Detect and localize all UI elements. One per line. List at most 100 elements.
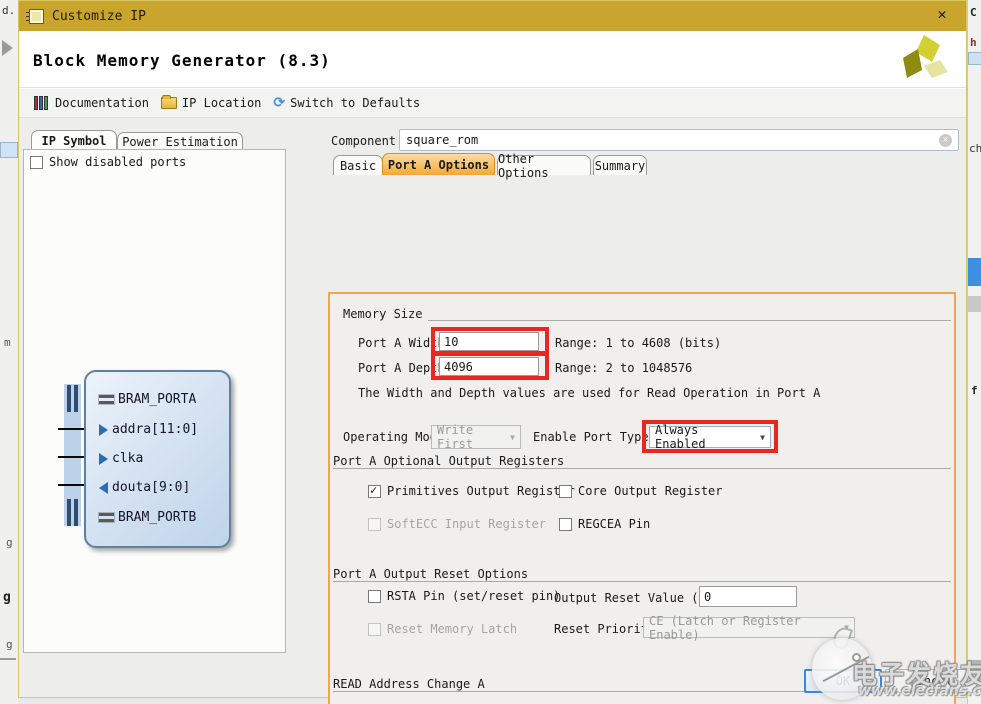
ok-button[interactable]: OK [804,669,882,693]
port-stub [58,484,84,486]
bram-block[interactable]: BRAM_PORTA addra[11:0] clka douta[9:0] [84,370,231,548]
section-rule [333,468,951,469]
books-icon [34,96,50,110]
port-stub [58,456,84,458]
documentation-label: Documentation [55,96,149,110]
background-fragment [968,52,981,65]
section-reset-options: Port A Output Reset Options [333,567,534,581]
dialog-header: Block Memory Generator (8.3) [19,31,966,88]
background-fragment [0,142,18,158]
show-disabled-ports-checkbox[interactable]: Show disabled ports [30,155,186,169]
port-stub [58,428,84,430]
section-rule [343,320,951,321]
tab-port-a-options[interactable]: Port A Options [382,153,495,175]
component-name-input[interactable]: square_rom ✕ [399,129,959,151]
switch-to-defaults-label: Switch to Defaults [290,96,420,110]
background-fragment [968,296,981,312]
tab-summary-label: Summary [595,159,646,173]
chevron-down-icon: ▼ [838,623,849,632]
ok-button-label: OK [836,674,850,688]
background-fragment: d. [2,4,15,17]
close-icon[interactable]: ✕ [932,5,952,23]
ip-location-button[interactable]: IP Location [158,94,264,112]
tab-ip-symbol[interactable]: IP Symbol [31,130,117,150]
primitives-output-register-checkbox[interactable]: ✓ Primitives Output Register [368,484,575,498]
bram-portb-row: BRAM_PORTB [99,510,196,525]
tab-basic[interactable]: Basic [333,155,383,175]
documentation-button[interactable]: Documentation [31,94,152,112]
bus-icon [99,513,114,522]
dialog-title: Customize IP [52,9,146,24]
checkbox-icon[interactable] [30,156,43,169]
bus-pin-icon [67,385,71,412]
tab-other-options[interactable]: Other Options [497,155,591,175]
memory-size-note: The Width and Depth values are used for … [358,386,820,400]
background-right-sliver: C h ch f [967,0,981,704]
output-reset-value-input[interactable]: 0 [699,586,797,607]
refresh-icon: ⟳ [273,95,285,111]
softecc-input-register-label: SoftECC Input Register [387,517,546,531]
tab-power-estimation[interactable]: Power Estimation [117,132,243,150]
regcea-pin-checkbox[interactable]: REGCEA Pin [559,517,650,531]
section-rule [333,581,951,582]
xilinx-logo-icon [900,35,950,87]
enable-port-type-dropdown[interactable]: Always Enabled ▼ [649,426,771,448]
bus-pin-icon [67,499,71,526]
bram-porta-row: BRAM_PORTA [99,392,196,407]
operating-mode-value: Write First [437,423,504,451]
port-a-width-value: 10 [444,335,458,349]
port-a-width-input[interactable]: 10 [439,332,539,351]
reset-priority-value: CE (Latch or Register Enable) [649,614,838,642]
core-output-register-checkbox[interactable]: Core Output Register [559,484,723,498]
bus-icon [99,395,114,404]
port-addra-label: addra[11:0] [112,422,198,437]
tab-summary[interactable]: Summary [593,155,647,175]
tab-basic-label: Basic [340,159,376,173]
chevron-down-icon: ▼ [504,433,515,442]
reset-memory-latch-checkbox: Reset Memory Latch [368,622,517,636]
operating-mode-label: Operating Mode [343,430,444,444]
input-port-icon [99,453,108,465]
component-name-value: square_rom [406,133,478,147]
tab-other-options-label: Other Options [498,152,590,180]
regcea-pin-label: REGCEA Pin [578,517,650,531]
checkbox-disabled-icon [368,623,381,636]
clear-icon[interactable]: ✕ [939,134,952,147]
folder-icon [161,97,177,109]
port-row-douta: douta[9:0] [99,480,190,495]
checkbox-icon[interactable] [559,518,572,531]
softecc-input-register-checkbox: SoftECC Input Register [368,517,546,531]
dialog-titlebar[interactable]: Customize IP ✕ [19,1,966,31]
section-optional-registers: Port A Optional Output Registers [333,454,570,468]
bus-pin-icon [74,385,78,412]
cancel-button-label: Cancel [909,674,952,688]
checkbox-icon[interactable] [559,485,572,498]
output-port-icon [99,482,108,494]
tab-port-a-options-label: Port A Options [388,158,489,172]
checkbox-disabled-icon [368,518,381,531]
port-row-addra: addra[11:0] [99,422,198,437]
check-icon: ✓ [370,483,377,497]
bram-porta-label: BRAM_PORTA [118,392,196,407]
rsta-pin-label: RSTA Pin (set/reset pin) [387,589,560,603]
customize-ip-dialog: Customize IP ✕ Block Memory Generator (8… [18,0,967,698]
port-a-width-label: Port A Width [358,336,445,350]
cancel-button[interactable]: Cancel [885,669,977,693]
port-a-depth-label: Port A Depth [358,361,445,375]
chevron-down-icon: ▼ [754,433,765,442]
reset-priority-label: Reset Priority [554,622,655,636]
rsta-pin-checkbox[interactable]: RSTA Pin (set/reset pin) [368,589,560,603]
checkbox-icon[interactable] [368,590,381,603]
checkbox-checked-icon[interactable]: ✓ [368,485,381,498]
port-row-clka: clka [99,451,143,466]
dialog-toolbar: Documentation IP Location ⟳ Switch to De… [19,89,966,118]
port-a-depth-input[interactable]: 4096 [439,357,539,376]
background-fragment [2,40,13,56]
reset-priority-dropdown: CE (Latch or Register Enable) ▼ [643,617,855,638]
switch-to-defaults-button[interactable]: ⟳ Switch to Defaults [270,93,423,113]
enable-port-type-label: Enable Port Type [533,430,649,444]
input-port-icon [99,424,108,436]
tab-ip-symbol-label: IP Symbol [41,134,106,148]
show-disabled-ports-label: Show disabled ports [49,155,186,169]
port-a-options-panel: Memory Size Port A Width 10 Range: 1 to … [328,292,956,704]
